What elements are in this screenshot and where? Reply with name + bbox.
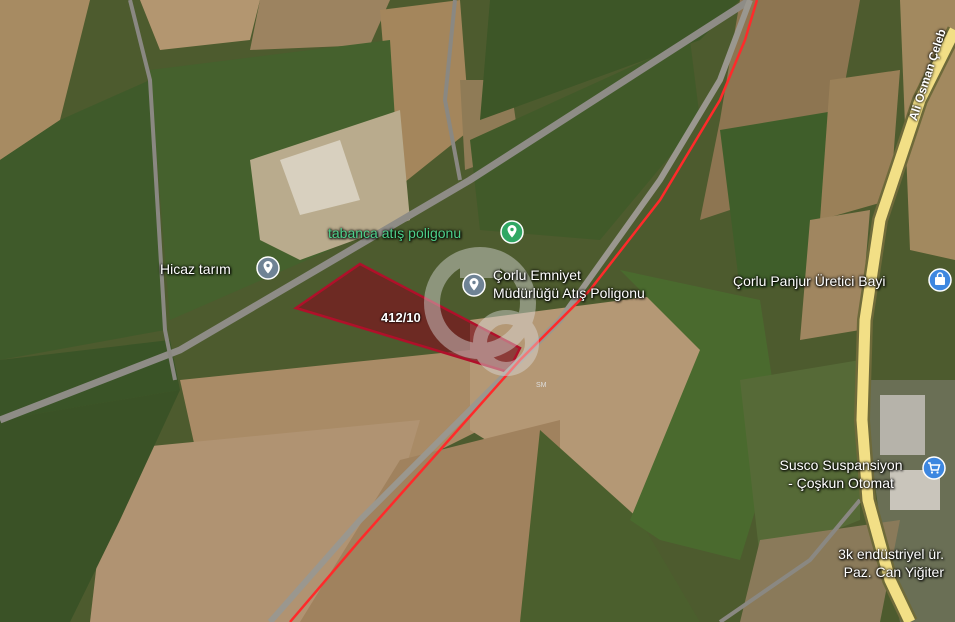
place-label-susco-line2[interactable]: - Çoşkun Otomat <box>764 475 918 491</box>
location-pin-icon[interactable] <box>256 256 280 280</box>
watermark-sm-text: SM <box>536 382 547 389</box>
place-label-3k-line2[interactable]: Paz. Can Yiğiter <box>790 564 944 580</box>
place-label-3k-line1[interactable]: 3k endüstriyel ür. <box>790 546 944 562</box>
place-label-corlu-emniyet-line2[interactable]: Müdürlüğü Atış Poligonu <box>493 285 645 301</box>
location-pin-icon[interactable] <box>462 273 486 297</box>
place-label-corlu-emniyet-line1[interactable]: Çorlu Emniyet <box>493 267 581 283</box>
place-label-tabanca-atis-poligonu[interactable]: tabanca atış poligonu <box>328 225 461 241</box>
parcel-label[interactable]: 412/10 <box>381 310 421 325</box>
green-location-pin-icon[interactable] <box>500 220 524 244</box>
satellite-map[interactable]: SM 412/10 Ali Osman Çeleb Hicaz tarım ta… <box>0 0 955 622</box>
shop-bag-icon[interactable] <box>928 268 952 292</box>
watermark-logo-icon <box>424 247 539 376</box>
place-label-susco-line1[interactable]: Susco Suspansiyon <box>764 457 918 473</box>
place-label-hicaz-tarim[interactable]: Hicaz tarım <box>160 261 231 277</box>
place-label-corlu-panjur[interactable]: Çorlu Panjur Üretici Bayi <box>733 273 886 289</box>
cart-icon[interactable] <box>922 456 946 480</box>
